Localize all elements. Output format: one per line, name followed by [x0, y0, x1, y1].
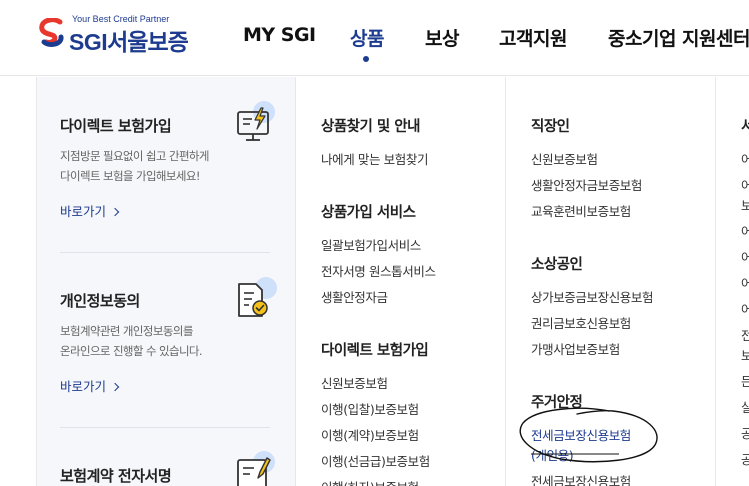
menu-link[interactable]: 생활안정자금보증보험	[531, 175, 642, 194]
column-divider	[295, 77, 296, 486]
sgi-logo-mark-icon	[39, 18, 64, 47]
promo-desc-line: 다이렉트 보험을 가입해보세요!	[60, 169, 200, 183]
menu-link-cut-off[interactable]: 전	[741, 325, 749, 344]
section-title-small-business: 소상공인	[531, 257, 583, 273]
active-nav-indicator	[363, 56, 369, 62]
promo-go-link[interactable]: 바로가기	[60, 376, 120, 395]
promo-description: 보험계약관련 개인정보동의를 온라인으로 진행할 수 있습니다.	[60, 321, 275, 361]
menu-link-cut-off[interactable]: 어	[741, 175, 749, 194]
section-title-workers: 직장인	[531, 119, 570, 135]
nav-customer-support[interactable]: 고객지원	[499, 24, 567, 51]
section-title-cut-off: 서	[741, 119, 749, 135]
promo-divider	[60, 427, 270, 428]
menu-link[interactable]: 전자서명 원스톱서비스	[321, 261, 436, 280]
menu-link-cut-off[interactable]: 어	[741, 149, 749, 168]
promo-go-link[interactable]: 바로가기	[60, 201, 120, 220]
document-check-icon	[238, 277, 277, 317]
menu-link[interactable]: 신원보증보험	[531, 149, 598, 168]
menu-link[interactable]: 상가보증금보장신용보험	[531, 287, 654, 306]
column-divider	[715, 77, 716, 486]
promo-divider	[60, 252, 270, 253]
menu-link-cut-off[interactable]: 어	[741, 221, 749, 240]
menu-link-cut-off[interactable]: 어	[741, 299, 749, 318]
nav-my-sgi[interactable]: MY SGI	[243, 24, 316, 46]
menu-link-jeonse-personal-suffix[interactable]: (개인용)	[531, 445, 574, 464]
menu-link-cut-off[interactable]: 실	[741, 397, 749, 416]
menu-link-cut-off[interactable]: 보	[741, 195, 749, 214]
nav-compensation[interactable]: 보상	[425, 24, 459, 51]
menu-link[interactable]: 권리금보호신용보험	[531, 313, 631, 332]
menu-link[interactable]: 이행(하자)보증보험	[321, 477, 419, 486]
menu-link-cut-off[interactable]: 든	[741, 371, 749, 390]
menu-link-cut-off[interactable]: 공	[741, 423, 749, 442]
computer-lightning-icon	[237, 101, 275, 141]
menu-link[interactable]: 가맹사업보증보험	[531, 339, 620, 358]
document-pen-icon	[237, 451, 275, 486]
nav-sme-support-center[interactable]: 중소기업 지원센터	[608, 24, 749, 51]
menu-link[interactable]: 이행(계약)보증보험	[321, 425, 419, 444]
menu-link[interactable]: 일괄보험가입서비스	[321, 235, 421, 254]
promo-desc-line: 지점방문 필요없이 쉽고 간편하게	[60, 149, 209, 163]
menu-link[interactable]: 이행(입찰)보증보험	[321, 399, 419, 418]
section-title-signup-service: 상품가입 서비스	[321, 205, 416, 221]
menu-link-cut-off[interactable]: 어	[741, 247, 749, 266]
chevron-right-icon	[110, 207, 120, 217]
logo-korean-name: 서울보증	[107, 30, 189, 56]
promo-go-label: 바로가기	[60, 379, 107, 394]
menu-link[interactable]: 전세금보장신용보험	[531, 471, 631, 486]
promo-description: 지점방문 필요없이 쉽고 간편하게 다이렉트 보험을 가입해보세요!	[60, 146, 275, 186]
menu-link[interactable]: 생활안정자금	[321, 287, 388, 306]
section-title-direct-insurance: 다이렉트 보험가입	[321, 343, 429, 359]
column-divider	[505, 77, 506, 486]
promo-go-label: 바로가기	[60, 204, 107, 219]
menu-link[interactable]: 나에게 맞는 보험찾기	[321, 149, 428, 168]
logo-name: SGI서울보증	[69, 23, 189, 57]
menu-link-cut-off[interactable]: 보	[741, 345, 749, 364]
sgi-logo[interactable]: Your Best Credit Partner SGI서울보증	[38, 14, 208, 57]
menu-link[interactable]: 이행(선금급)보증보험	[321, 451, 430, 470]
site-header: Your Best Credit Partner SGI서울보증 MY SGI …	[0, 0, 749, 76]
logo-sgi: SGI	[69, 29, 108, 55]
menu-link-jeonse-personal[interactable]: 전세금보장신용보험	[531, 425, 631, 444]
menu-link-cut-off[interactable]: 공	[741, 449, 749, 468]
promo-desc-line: 보험계약관련 개인정보동의를	[60, 324, 193, 338]
chevron-right-icon	[110, 382, 120, 392]
menu-link[interactable]: 신원보증보험	[321, 373, 388, 392]
section-title-housing-stability: 주거안정	[531, 395, 583, 411]
section-title-product-search: 상품찾기 및 안내	[321, 119, 420, 135]
menu-link[interactable]: 교육훈련비보증보험	[531, 201, 631, 220]
nav-products[interactable]: 상품	[350, 24, 384, 51]
menu-link-cut-off[interactable]: 어	[741, 273, 749, 292]
promo-desc-line: 온라인으로 진행할 수 있습니다.	[60, 344, 203, 358]
